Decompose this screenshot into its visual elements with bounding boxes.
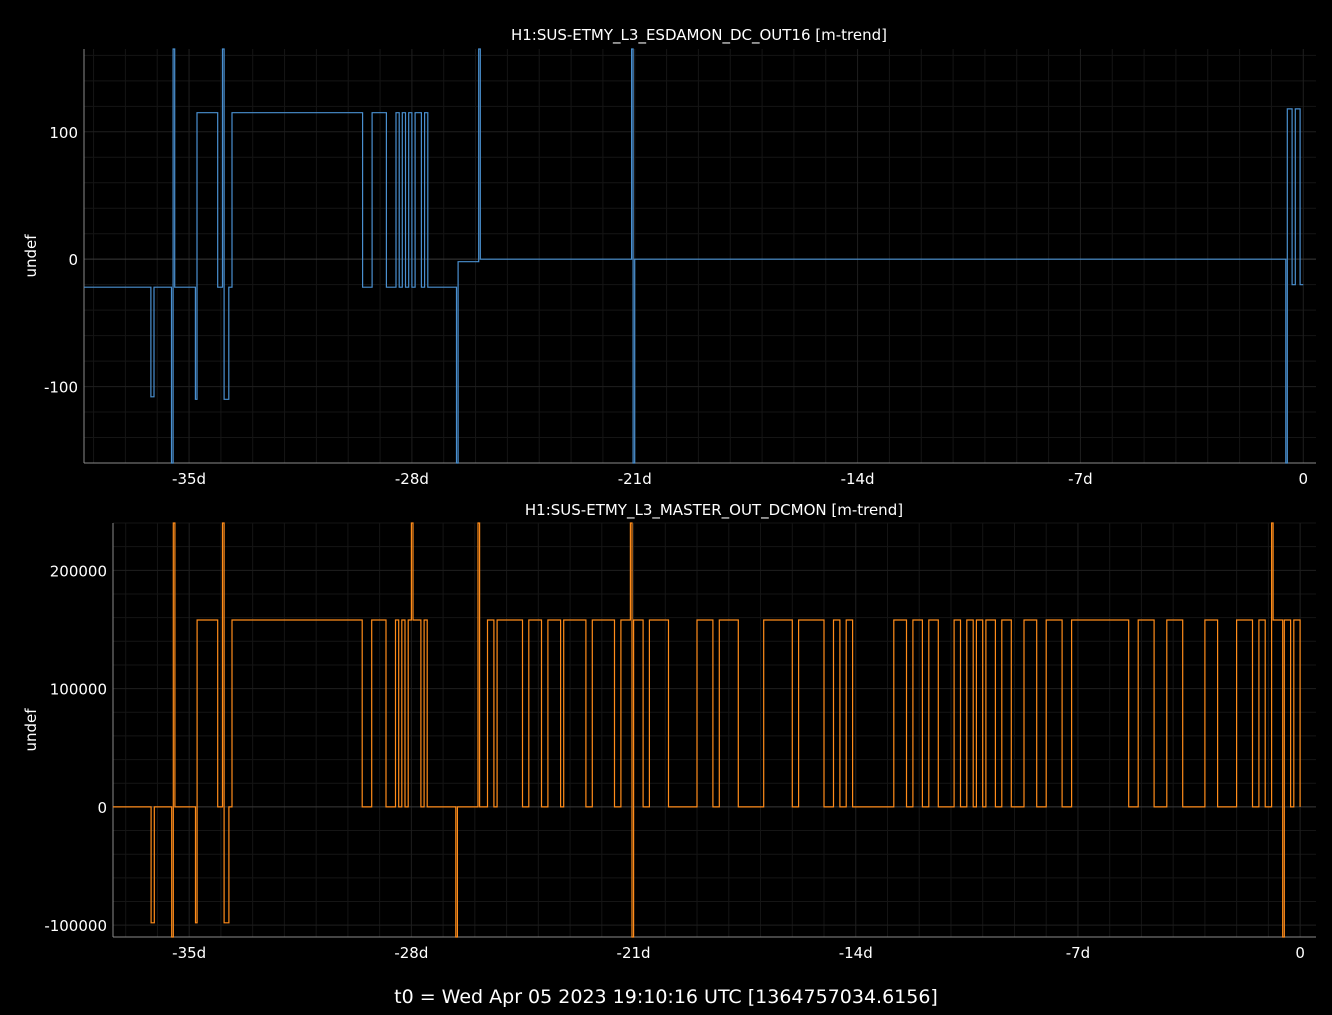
upper-y-tick-label: 100 [49,124,78,142]
lower-y-tick-label: -100000 [44,917,107,935]
lower-x-tick-label: -21d [617,944,651,962]
lower-x-tick-label: 0 [1295,944,1305,962]
upper-series-line [84,48,1304,464]
upper-x-tick-label: -28d [395,470,429,488]
lower-y-axis-label: undef [22,708,40,752]
upper-x-tick-label: -14d [841,470,875,488]
time-reference-footer: t0 = Wed Apr 05 2023 19:10:16 UTC [13647… [394,986,938,1008]
lower-chart-title: H1:SUS-ETMY_L3_MASTER_OUT_DCMON [m-trend… [525,501,903,520]
upper-y-axis-label: undef [22,234,40,278]
upper-y-tick-label: -100 [44,379,78,397]
upper-x-tick-label: -35d [172,470,206,488]
upper-x-tick-label: -21d [618,470,652,488]
lower-y-tick-label: 100000 [50,681,107,699]
upper-chart-panel: H1:SUS-ETMY_L3_ESDAMON_DC_OUT16 [m-trend… [22,26,1316,488]
lower-y-tick-label: 0 [97,799,107,817]
upper-x-tick-label: -7d [1068,470,1092,488]
lower-x-tick-label: -7d [1066,944,1090,962]
lower-x-tick-label: -28d [394,944,428,962]
lower-x-tick-label: -14d [839,944,873,962]
chart-canvas: H1:SUS-ETMY_L3_ESDAMON_DC_OUT16 [m-trend… [22,26,1316,1008]
upper-x-tick-label: 0 [1298,470,1308,488]
upper-y-tick-label: 0 [68,251,78,269]
lower-series-line [113,522,1301,938]
lower-chart-panel: H1:SUS-ETMY_L3_MASTER_OUT_DCMON [m-trend… [22,501,1316,962]
lower-x-tick-label: -35d [172,944,206,962]
lower-y-tick-label: 200000 [50,562,107,580]
upper-chart-title: H1:SUS-ETMY_L3_ESDAMON_DC_OUT16 [m-trend… [511,26,887,45]
